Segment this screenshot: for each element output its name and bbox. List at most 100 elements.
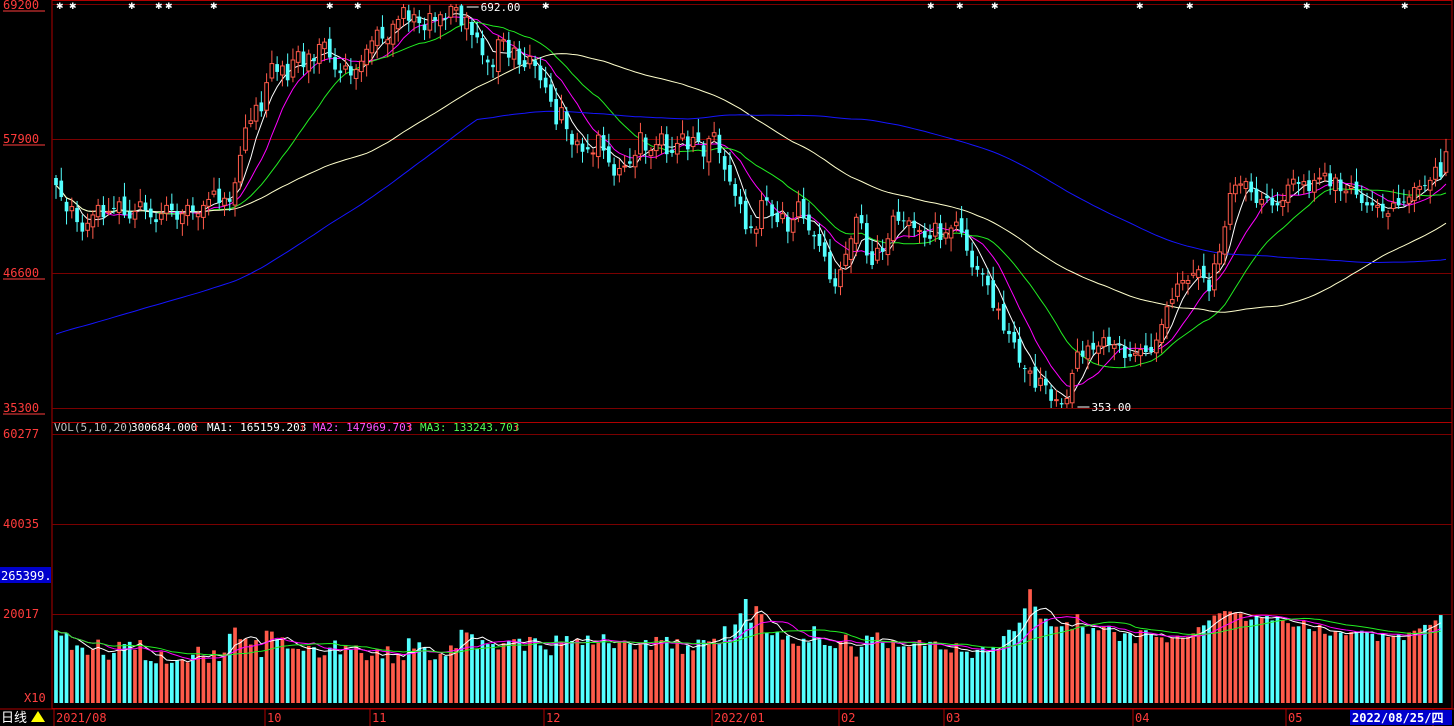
candle-down[interactable]: [1044, 378, 1048, 386]
volume-bar[interactable]: [69, 649, 74, 703]
candle-down[interactable]: [148, 208, 153, 218]
candle-down[interactable]: [822, 242, 827, 257]
volume-bar[interactable]: [1059, 626, 1064, 703]
candle-down[interactable]: [1122, 346, 1127, 358]
volume-bar[interactable]: [317, 657, 322, 703]
volume-bar[interactable]: [1033, 606, 1038, 703]
volume-bar[interactable]: [438, 653, 443, 703]
candle-down[interactable]: [538, 65, 543, 81]
candle-down[interactable]: [338, 70, 343, 74]
candle-down[interactable]: [80, 222, 85, 232]
candle-down[interactable]: [1365, 202, 1369, 206]
candle-down[interactable]: [1338, 179, 1343, 192]
candle-up[interactable]: [343, 65, 348, 70]
volume-bar[interactable]: [1128, 633, 1132, 703]
candle-down[interactable]: [975, 265, 980, 270]
candle-up[interactable]: [1259, 198, 1265, 205]
candle-up[interactable]: [527, 55, 533, 65]
candle-up[interactable]: [1427, 179, 1433, 191]
candle-up[interactable]: [385, 39, 391, 45]
candle-up[interactable]: [1217, 251, 1222, 265]
candle-down[interactable]: [1149, 346, 1153, 352]
candle-up[interactable]: [1101, 337, 1107, 347]
candle-up[interactable]: [316, 44, 322, 64]
volume-bar[interactable]: [101, 654, 106, 703]
volume-bar[interactable]: [454, 648, 458, 703]
candle-down[interactable]: [685, 136, 690, 150]
candle-up[interactable]: [574, 140, 580, 146]
candle-down[interactable]: [491, 64, 495, 68]
volume-bar[interactable]: [391, 663, 395, 703]
candle-down[interactable]: [1144, 345, 1148, 352]
volume-bar[interactable]: [1249, 619, 1254, 703]
volume-bar[interactable]: [1096, 630, 1101, 703]
candle-down[interactable]: [1107, 336, 1111, 345]
candle-down[interactable]: [1270, 197, 1275, 206]
candle-up[interactable]: [1211, 263, 1217, 291]
candle-up[interactable]: [306, 53, 312, 72]
volume-bar[interactable]: [1028, 589, 1032, 703]
volume-bar[interactable]: [1159, 637, 1164, 703]
volume-bar[interactable]: [343, 644, 348, 703]
candle-down[interactable]: [764, 197, 769, 201]
volume-bar[interactable]: [675, 639, 680, 703]
candle-up[interactable]: [411, 14, 417, 23]
volume-bar[interactable]: [970, 657, 974, 703]
volume-bar[interactable]: [143, 660, 148, 703]
volume-bar[interactable]: [980, 647, 985, 703]
candle-down[interactable]: [986, 275, 990, 286]
volume-bar[interactable]: [622, 640, 627, 703]
candle-down[interactable]: [443, 18, 448, 20]
volume-bar[interactable]: [164, 663, 169, 703]
candle-up[interactable]: [322, 41, 327, 50]
candle-up[interactable]: [1233, 184, 1238, 195]
candle-up[interactable]: [1290, 178, 1296, 185]
volume-bar[interactable]: [133, 649, 137, 703]
candle-up[interactable]: [917, 229, 922, 233]
event-star-marker[interactable]: ✱: [56, 2, 64, 12]
candle-up[interactable]: [1154, 339, 1159, 354]
volume-bar[interactable]: [64, 632, 69, 703]
volume-bar[interactable]: [1112, 632, 1117, 703]
volume-bar[interactable]: [691, 650, 695, 703]
volume-bar[interactable]: [1296, 626, 1301, 703]
candle-up[interactable]: [590, 152, 596, 155]
volume-bar[interactable]: [275, 639, 279, 703]
candle-down[interactable]: [1207, 279, 1211, 292]
candle-up[interactable]: [427, 13, 433, 31]
volume-bar[interactable]: [796, 645, 801, 703]
volume-bar[interactable]: [959, 651, 964, 703]
candle-up[interactable]: [1064, 397, 1070, 405]
candle-down[interactable]: [612, 164, 616, 176]
volume-bar[interactable]: [1186, 636, 1190, 703]
candle-up[interactable]: [1317, 177, 1322, 180]
volume-bar[interactable]: [685, 645, 690, 703]
candle-down[interactable]: [143, 202, 148, 211]
candle-down[interactable]: [564, 111, 569, 130]
candle-up[interactable]: [653, 144, 659, 152]
volume-bar[interactable]: [901, 646, 906, 703]
volume-bar[interactable]: [1054, 626, 1059, 703]
candle-down[interactable]: [64, 201, 69, 212]
candle-up[interactable]: [1038, 377, 1043, 386]
volume-bar[interactable]: [1402, 640, 1406, 703]
volume-bar[interactable]: [280, 637, 285, 703]
candle-down[interactable]: [1296, 182, 1301, 184]
volume-bar[interactable]: [633, 649, 638, 703]
candle-up[interactable]: [1159, 324, 1165, 344]
candle-up[interactable]: [1111, 344, 1117, 349]
candle-down[interactable]: [301, 51, 306, 68]
event-star-marker[interactable]: ✱: [165, 2, 173, 12]
volume-bar[interactable]: [154, 663, 158, 703]
volume-bar[interactable]: [917, 640, 922, 703]
candle-up[interactable]: [395, 18, 401, 30]
volume-bar[interactable]: [180, 659, 185, 703]
volume-bar[interactable]: [854, 656, 859, 703]
volume-bar[interactable]: [522, 650, 527, 703]
candle-down[interactable]: [738, 196, 743, 205]
volume-bar[interactable]: [743, 599, 748, 703]
candle-down[interactable]: [417, 16, 422, 24]
volume-bar[interactable]: [1286, 623, 1290, 703]
candle-down[interactable]: [1354, 181, 1359, 195]
volume-bar[interactable]: [148, 661, 153, 703]
